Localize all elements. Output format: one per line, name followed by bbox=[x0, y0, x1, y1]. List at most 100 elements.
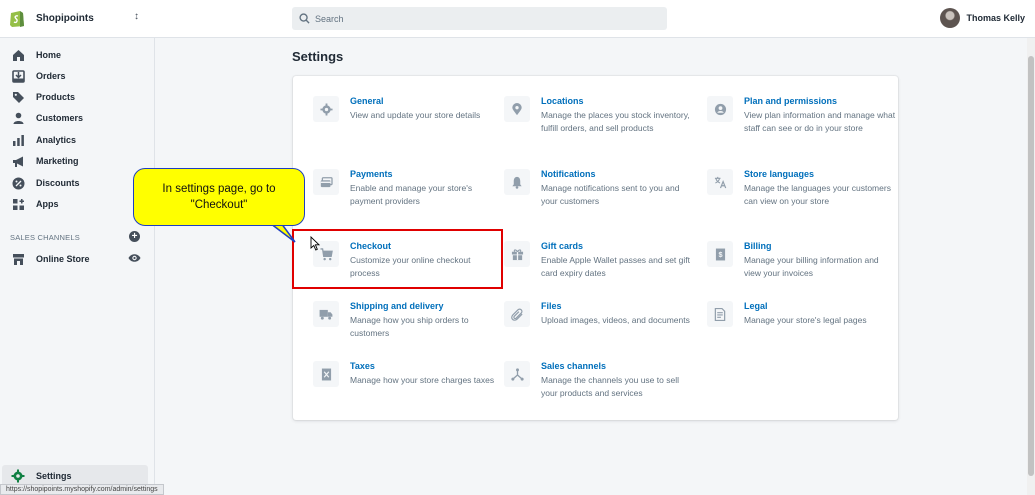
sidebar-item-orders[interactable]: Orders bbox=[0, 66, 155, 86]
setting-taxes[interactable]: Taxes Manage how your store charges taxe… bbox=[313, 361, 503, 406]
sidebar-item-products[interactable]: Products bbox=[0, 87, 155, 107]
setting-title[interactable]: Taxes bbox=[350, 361, 375, 371]
tax-icon bbox=[313, 361, 339, 387]
translate-icon bbox=[707, 169, 733, 195]
status-bar-url: https://shopipoints.myshopify.com/admin/… bbox=[0, 484, 164, 495]
sidebar-item-customers[interactable]: Customers bbox=[0, 108, 155, 128]
store-switcher[interactable]: Shopipoints bbox=[8, 8, 94, 28]
scrollbar-thumb[interactable] bbox=[1028, 56, 1034, 476]
avatar bbox=[940, 8, 961, 28]
card-icon bbox=[313, 169, 339, 195]
setting-description: View and update your store details bbox=[350, 110, 481, 120]
setting-title[interactable]: Payments bbox=[350, 169, 393, 179]
person-icon bbox=[11, 111, 25, 125]
add-channel-icon[interactable]: + bbox=[129, 231, 140, 242]
updown-caret-icon[interactable]: ↕ bbox=[134, 12, 139, 22]
sidebar-item-marketing[interactable]: Marketing bbox=[0, 151, 155, 171]
setting-title[interactable]: Store languages bbox=[744, 169, 814, 179]
setting-title[interactable]: General bbox=[350, 96, 384, 106]
sidebar-item-label: Home bbox=[36, 50, 62, 60]
setting-description: Manage how you ship orders to customers bbox=[350, 315, 469, 338]
instruction-callout: In settings page, go to "Checkout" bbox=[133, 168, 305, 226]
account-icon bbox=[707, 96, 733, 122]
setting-title[interactable]: Shipping and delivery bbox=[350, 301, 444, 311]
sidebar-item-label: Marketing bbox=[36, 156, 79, 166]
callout-text: In settings page, go to "Checkout" bbox=[162, 183, 276, 211]
sidebar-item-apps[interactable]: Apps bbox=[0, 194, 155, 214]
setting-description: Manage the places you stock inventory, f… bbox=[541, 110, 690, 133]
setting-title[interactable]: Billing bbox=[744, 241, 772, 251]
mouse-pointer-icon bbox=[310, 236, 320, 251]
setting-notifications[interactable]: Notifications Manage notifications sent … bbox=[504, 169, 694, 214]
setting-description: Manage how your store charges taxes bbox=[350, 375, 495, 385]
user-menu[interactable]: Thomas Kelly bbox=[940, 8, 1025, 28]
top-bar: Shopipoints ↕ Thomas Kelly bbox=[0, 0, 1035, 38]
store-name: Shopipoints bbox=[36, 12, 94, 24]
setting-billing[interactable]: $ Billing Manage your billing informatio… bbox=[707, 241, 897, 286]
setting-gift-cards[interactable]: Gift cards Enable Apple Wallet passes an… bbox=[504, 241, 694, 286]
sidebar-item-label: Online Store bbox=[36, 254, 90, 264]
setting-title[interactable]: Legal bbox=[744, 301, 768, 311]
setting-title[interactable]: Notifications bbox=[541, 169, 596, 179]
setting-description: Manage notifications sent to you and you… bbox=[541, 183, 680, 206]
eye-icon[interactable] bbox=[128, 253, 141, 263]
sidebar: Home Orders Products Customers Analytics… bbox=[0, 38, 155, 495]
setting-title[interactable]: Sales channels bbox=[541, 361, 606, 371]
bar-chart-icon bbox=[11, 133, 25, 147]
setting-title[interactable]: Files bbox=[541, 301, 562, 311]
orders-icon bbox=[11, 69, 25, 83]
checkout-highlight-box bbox=[292, 229, 503, 289]
sidebar-item-label: Customers bbox=[36, 113, 84, 123]
setting-description: Upload images, videos, and documents bbox=[541, 315, 690, 325]
setting-description: Manage your billing information and view… bbox=[744, 255, 879, 278]
search-icon bbox=[299, 13, 310, 24]
setting-shipping-delivery[interactable]: Shipping and delivery Manage how you shi… bbox=[313, 301, 503, 346]
setting-description: Manage the channels you use to sell your… bbox=[541, 375, 679, 398]
setting-title[interactable]: Gift cards bbox=[541, 241, 583, 251]
truck-icon bbox=[313, 301, 339, 327]
setting-title[interactable]: Plan and permissions bbox=[744, 96, 837, 106]
setting-locations[interactable]: Locations Manage the places you stock in… bbox=[504, 96, 694, 141]
document-icon bbox=[707, 301, 733, 327]
gear-icon bbox=[313, 96, 339, 122]
setting-title[interactable]: Locations bbox=[541, 96, 584, 106]
sidebar-item-label: Analytics bbox=[36, 135, 77, 145]
channels-icon bbox=[504, 361, 530, 387]
sidebar-item-label: Orders bbox=[36, 71, 66, 81]
sales-channels-header: SALES CHANNELS bbox=[10, 233, 80, 242]
setting-files[interactable]: Files Upload images, videos, and documen… bbox=[504, 301, 694, 346]
setting-description: Manage the languages your customers can … bbox=[744, 183, 891, 206]
setting-sales-channels[interactable]: Sales channels Manage the channels you u… bbox=[504, 361, 694, 406]
tag-icon bbox=[11, 90, 25, 104]
home-icon bbox=[11, 48, 25, 62]
svg-text:$: $ bbox=[718, 250, 722, 259]
setting-legal[interactable]: Legal Manage your store's legal pages bbox=[707, 301, 897, 346]
setting-description: View plan information and manage what st… bbox=[744, 110, 896, 133]
discount-icon bbox=[11, 176, 25, 190]
bell-icon bbox=[504, 169, 530, 195]
setting-description: Enable Apple Wallet passes and set gift … bbox=[541, 255, 690, 278]
sidebar-item-label: Apps bbox=[36, 199, 59, 209]
search-bar[interactable] bbox=[292, 7, 667, 30]
sidebar-item-label: Settings bbox=[36, 471, 72, 481]
sidebar-item-discounts[interactable]: Discounts bbox=[0, 173, 155, 193]
location-pin-icon bbox=[504, 96, 530, 122]
sidebar-item-label: Products bbox=[36, 92, 76, 102]
page-title: Settings bbox=[292, 49, 344, 64]
setting-store-languages[interactable]: Store languages Manage the languages you… bbox=[707, 169, 897, 214]
sidebar-item-label: Discounts bbox=[36, 178, 80, 188]
setting-description: Enable and manage your store's payment p… bbox=[350, 183, 473, 206]
gift-icon bbox=[504, 241, 530, 267]
setting-general[interactable]: General View and update your store detai… bbox=[313, 96, 503, 141]
store-icon bbox=[11, 252, 25, 266]
setting-plan-permissions[interactable]: Plan and permissions View plan informati… bbox=[707, 96, 897, 141]
user-name: Thomas Kelly bbox=[966, 13, 1025, 23]
megaphone-icon bbox=[11, 154, 25, 168]
setting-description: Manage your store's legal pages bbox=[744, 315, 867, 325]
sidebar-item-home[interactable]: Home bbox=[0, 45, 155, 65]
search-input[interactable] bbox=[315, 13, 645, 24]
setting-payments[interactable]: Payments Enable and manage your store's … bbox=[313, 169, 503, 214]
shopify-logo-icon bbox=[10, 11, 24, 27]
gear-icon bbox=[11, 469, 25, 483]
sidebar-item-analytics[interactable]: Analytics bbox=[0, 130, 155, 150]
